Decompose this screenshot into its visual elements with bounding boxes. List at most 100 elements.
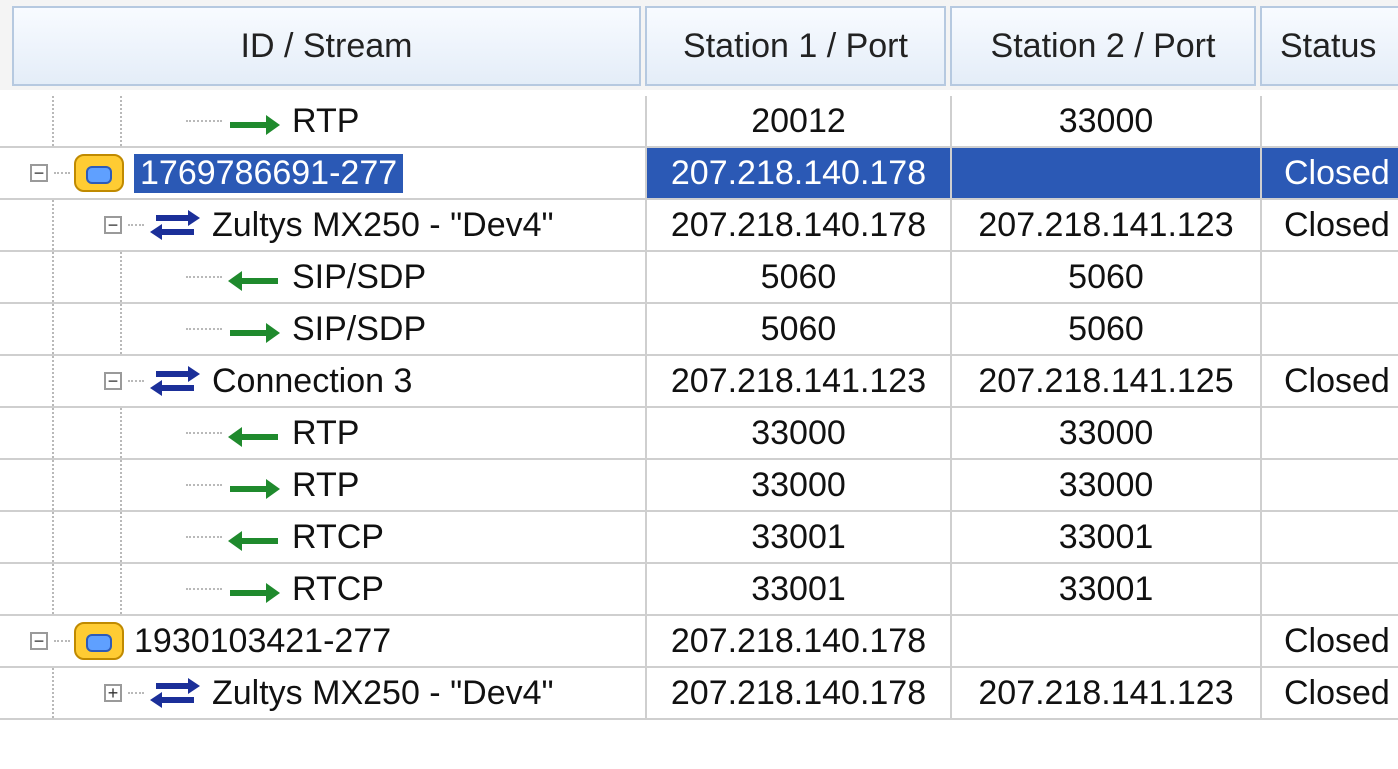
cell-station1: 33001 — [645, 564, 950, 614]
table-row[interactable]: + Zultys MX250 - "Dev4" 207.218.140.178 207… — [0, 668, 1398, 720]
cell-station1: 5060 — [645, 252, 950, 302]
arrow-left-icon — [226, 524, 282, 551]
table-row[interactable]: RTP 33000 33000 — [0, 460, 1398, 512]
row-label: Zultys MX250 - "Dev4" — [212, 205, 554, 244]
phone-icon — [74, 154, 124, 192]
tree-guide-line — [186, 328, 222, 330]
tree-guide-line — [54, 640, 70, 642]
column-header-status[interactable]: Status — [1260, 6, 1398, 86]
cell-id-stream: RTCP — [0, 512, 645, 562]
row-label: 1930103421-277 — [134, 621, 392, 660]
cell-id-stream: + Zultys MX250 - "Dev4" — [0, 668, 645, 718]
cell-station2: 33000 — [950, 460, 1260, 510]
collapse-icon[interactable]: − — [30, 632, 48, 650]
table-row[interactable]: SIP/SDP 5060 5060 — [0, 304, 1398, 356]
arrow-right-icon — [226, 108, 282, 135]
cell-id-stream: − 1769786691-277 — [0, 148, 645, 198]
cell-id-stream: − Connection 3 — [0, 356, 645, 406]
cell-station2: 207.218.141.123 — [950, 200, 1260, 250]
cell-station2: 33000 — [950, 408, 1260, 458]
table-row[interactable]: − Connection 3 207.218.141.123 207.218.141.… — [0, 356, 1398, 408]
cell-id-stream: RTP — [0, 408, 645, 458]
cell-station1: 207.218.140.178 — [645, 200, 950, 250]
tree-rows: RTP 20012 33000−1769786691-277 207.218.140.… — [0, 96, 1398, 720]
cell-station1: 33000 — [645, 408, 950, 458]
cell-id-stream: − 1930103421-277 — [0, 616, 645, 666]
row-label: RTP — [292, 465, 360, 504]
row-label: SIP/SDP — [292, 257, 427, 296]
table-row[interactable]: SIP/SDP 5060 5060 — [0, 252, 1398, 304]
tree-guide-line — [186, 588, 222, 590]
row-label: RTCP — [292, 569, 384, 608]
cell-station2: 207.218.141.123 — [950, 668, 1260, 718]
collapse-icon[interactable]: − — [104, 372, 122, 390]
row-label: SIP/SDP — [292, 309, 427, 348]
cell-id-stream: − Zultys MX250 - "Dev4" — [0, 200, 645, 250]
cell-station1: 33000 — [645, 460, 950, 510]
column-header-id-stream[interactable]: ID / Stream — [12, 6, 641, 86]
cell-id-stream: RTP — [0, 96, 645, 146]
cell-status — [1260, 564, 1398, 614]
arrow-left-icon — [226, 420, 282, 447]
tree-guide-line — [54, 172, 70, 174]
cell-id-stream: SIP/SDP — [0, 304, 645, 354]
row-label: Connection 3 — [212, 361, 413, 400]
cell-station2: 33001 — [950, 512, 1260, 562]
cell-station2 — [950, 616, 1260, 666]
tree-guide-line — [128, 380, 144, 382]
stream-tree-grid: ID / Stream Station 1 / Port Station 2 /… — [0, 0, 1398, 769]
cell-station1: 207.218.141.123 — [645, 356, 950, 406]
table-row[interactable]: − Zultys MX250 - "Dev4" 207.218.140.178 207… — [0, 200, 1398, 252]
row-label: Zultys MX250 - "Dev4" — [212, 673, 554, 712]
cell-id-stream: RTCP — [0, 564, 645, 614]
cell-status: Closed — [1260, 668, 1398, 718]
column-header-bar: ID / Stream Station 1 / Port Station 2 /… — [0, 0, 1398, 90]
cell-station1: 207.218.140.178 — [645, 616, 950, 666]
tree-guide-line — [128, 692, 144, 694]
row-label: RTCP — [292, 517, 384, 556]
connection-icon — [148, 362, 202, 400]
cell-station2: 33001 — [950, 564, 1260, 614]
collapse-icon[interactable]: − — [30, 164, 48, 182]
cell-status — [1260, 408, 1398, 458]
expand-icon[interactable]: + — [104, 684, 122, 702]
cell-station1: 207.218.140.178 — [645, 668, 950, 718]
arrow-right-icon — [226, 316, 282, 343]
cell-status — [1260, 512, 1398, 562]
cell-station1: 207.218.140.178 — [645, 148, 950, 198]
table-row[interactable]: RTCP 33001 33001 — [0, 512, 1398, 564]
cell-status — [1260, 304, 1398, 354]
cell-status: Closed — [1260, 616, 1398, 666]
tree-guide-line — [186, 276, 222, 278]
cell-station1: 20012 — [645, 96, 950, 146]
table-row[interactable]: RTP 33000 33000 — [0, 408, 1398, 460]
tree-guide-line — [128, 224, 144, 226]
cell-id-stream: RTP — [0, 460, 645, 510]
cell-status — [1260, 252, 1398, 302]
row-label: 1769786691-277 — [134, 153, 404, 193]
cell-status — [1260, 460, 1398, 510]
cell-status: Closed — [1260, 200, 1398, 250]
cell-id-stream: SIP/SDP — [0, 252, 645, 302]
connection-icon — [148, 206, 202, 244]
cell-status — [1260, 96, 1398, 146]
collapse-icon[interactable]: − — [104, 216, 122, 234]
table-row[interactable]: − 1930103421-277 207.218.140.178 Closed — [0, 616, 1398, 668]
table-row[interactable]: − 1769786691-277 207.218.140.178 Closed — [0, 148, 1398, 200]
arrow-left-icon — [226, 264, 282, 291]
table-row[interactable]: RTP 20012 33000 — [0, 96, 1398, 148]
tree-guide-line — [186, 536, 222, 538]
cell-station1: 5060 — [645, 304, 950, 354]
column-header-station2[interactable]: Station 2 / Port — [950, 6, 1256, 86]
cell-status: Closed — [1260, 148, 1398, 198]
cell-status: Closed — [1260, 356, 1398, 406]
table-row[interactable]: RTCP 33001 33001 — [0, 564, 1398, 616]
row-label: RTP — [292, 413, 360, 452]
cell-station2: 5060 — [950, 252, 1260, 302]
phone-icon — [74, 622, 124, 660]
tree-guide-line — [186, 432, 222, 434]
tree-guide-line — [186, 484, 222, 486]
column-header-station1[interactable]: Station 1 / Port — [645, 6, 946, 86]
connection-icon — [148, 674, 202, 712]
tree-guide-line — [186, 120, 222, 122]
